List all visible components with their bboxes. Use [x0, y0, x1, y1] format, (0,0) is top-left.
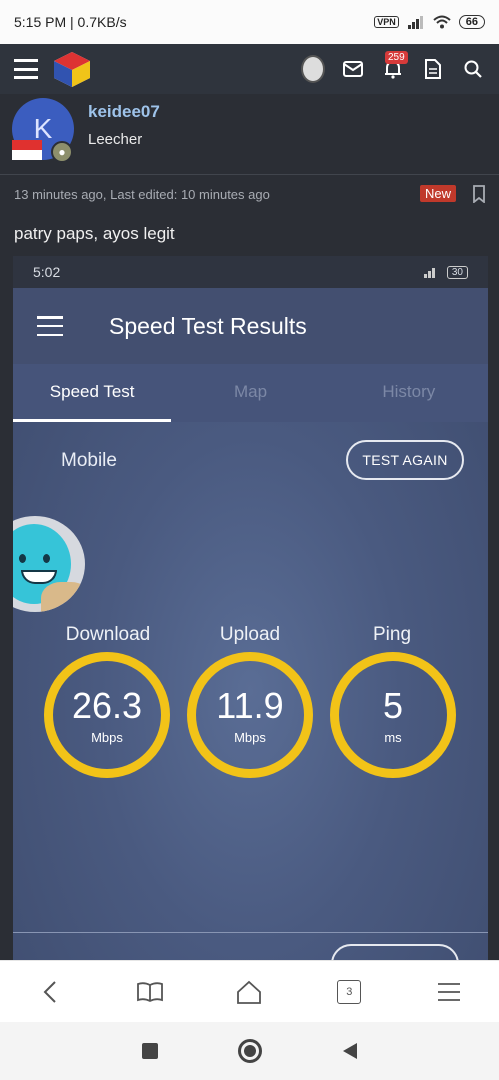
wifi-icon [433, 15, 451, 29]
forum-header: 259 [0, 44, 499, 94]
browser-bottom-bar: 3 [0, 960, 499, 1022]
speed-test-app: Speed Test Results Speed Test Map Histor… [13, 288, 488, 960]
signal-icon [407, 16, 423, 29]
chevron-left-icon [43, 980, 56, 1003]
upload-unit: Mbps [234, 729, 266, 745]
speed-test-title: Speed Test Results [109, 312, 307, 339]
post-timestamp[interactable]: 13 minutes ago, Last edited: 10 minutes … [14, 187, 270, 202]
system-home-button[interactable] [237, 1039, 262, 1063]
speed-test-header: Speed Test Results [13, 288, 488, 364]
ping-label: Ping [372, 624, 412, 645]
tab-count: 3 [337, 979, 362, 1004]
speed-test-tabs: Speed Test Map History [13, 364, 488, 422]
vpn-icon: VPN [374, 16, 399, 28]
download-unit: Mbps [91, 729, 123, 745]
hamburger-menu-icon[interactable] [14, 59, 38, 79]
bookmarks-button[interactable] [130, 972, 170, 1012]
tab-history[interactable]: History [330, 364, 488, 422]
test-again-button[interactable]: TEST AGAIN [346, 440, 464, 480]
menu-lines-icon [438, 982, 461, 1001]
tab-map[interactable]: Map [171, 364, 329, 422]
battery-icon: 66 [458, 15, 485, 29]
ping-gauge: 5 ms [330, 652, 456, 778]
tab-speed-test[interactable]: Speed Test [13, 364, 172, 422]
home-icon [237, 980, 262, 1004]
document-icon[interactable] [421, 57, 445, 81]
connection-type: Mobile [61, 450, 117, 471]
embedded-signal-icon [423, 268, 435, 278]
status-bar: 5:15 PM | 0.7KB/s VPN 66 [0, 0, 499, 44]
book-icon [136, 981, 163, 1002]
divider [0, 174, 499, 175]
site-logo[interactable] [52, 50, 92, 88]
download-gauge: 26.3 Mbps [44, 652, 170, 778]
mail-icon[interactable] [341, 57, 365, 81]
author-title: Leecher [88, 131, 143, 148]
embedded-battery-icon: 30 [446, 265, 468, 279]
download-label: Download [65, 624, 151, 645]
search-icon[interactable] [461, 57, 485, 81]
notification-count-badge: 259 [385, 51, 408, 64]
recents-button[interactable] [141, 1043, 158, 1059]
avatar [301, 55, 325, 83]
status-time: 5:15 PM | 0.7KB/s [14, 14, 127, 30]
upload-label: Upload [219, 624, 281, 645]
browser-menu-button[interactable] [429, 972, 469, 1012]
system-nav-bar [0, 1022, 499, 1080]
back-button[interactable] [30, 972, 70, 1012]
download-value: 26.3 [71, 684, 143, 726]
post-author: K ● keidee07 Leecher [0, 94, 499, 172]
ping-value: 5 [382, 684, 404, 726]
select-apps-button[interactable] [331, 944, 459, 960]
notification-bell-icon[interactable]: 259 [381, 51, 408, 81]
author-username[interactable]: keidee07 [88, 102, 160, 122]
post-body: patry paps, ayos legit [14, 224, 175, 243]
tabs-button[interactable]: 3 [329, 972, 369, 1012]
embedded-status-bar: 5:02 30 [13, 256, 488, 288]
upload-value: 11.9 [216, 684, 284, 726]
home-button[interactable] [229, 972, 269, 1012]
upload-gauge: 11.9 Mbps [187, 652, 313, 778]
mascot-image [13, 516, 85, 612]
menu-icon[interactable] [37, 316, 63, 336]
attached-screenshot[interactable]: 5:02 30 Speed Test Results Speed Test Ma… [13, 256, 488, 960]
user-avatar-button[interactable] [301, 55, 325, 83]
divider [13, 932, 488, 933]
new-badge: New [420, 185, 457, 202]
country-flag-icon [12, 140, 42, 160]
ping-unit: ms [384, 729, 402, 745]
bookmark-icon[interactable] [472, 185, 486, 203]
user-status-icon: ● [51, 141, 73, 163]
system-back-button[interactable] [342, 1042, 358, 1060]
embedded-status-time: 5:02 [33, 264, 61, 280]
